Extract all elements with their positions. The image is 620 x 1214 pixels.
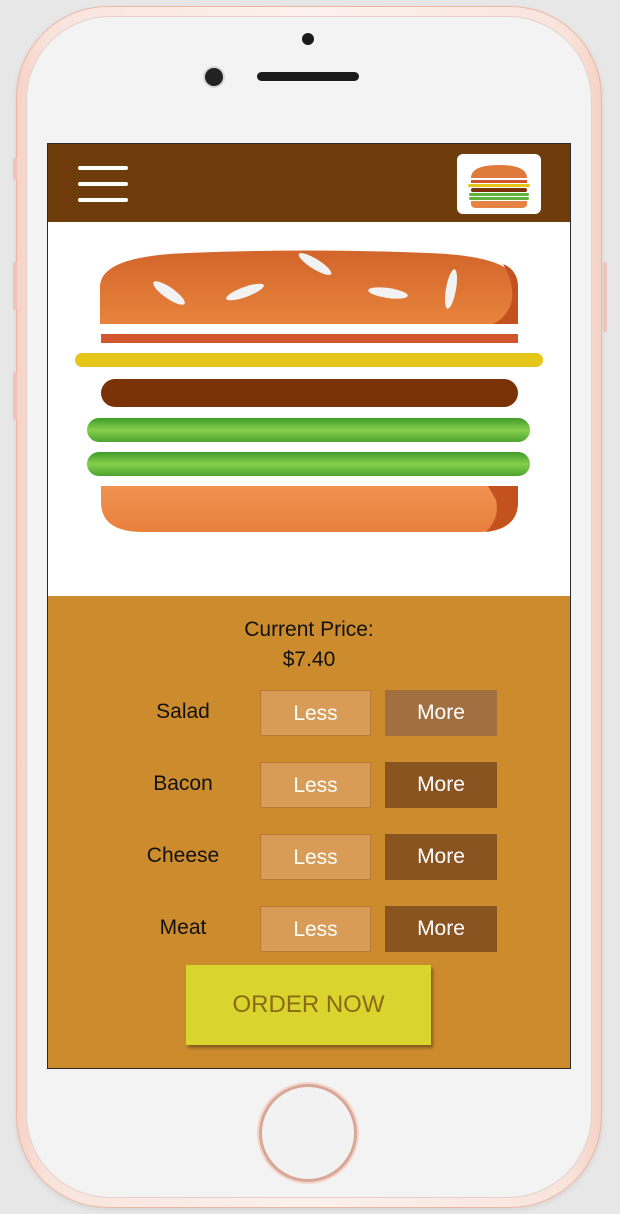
ingredient-label-meat: Meat [159,916,207,939]
volume-up-button [13,262,17,310]
hamburger-menu-icon[interactable] [78,164,128,204]
logo-badge[interactable] [457,154,541,214]
order-now-button[interactable]: ORDER NOW [186,965,431,1045]
bottom-bun [101,486,518,532]
burger-image [75,250,543,532]
order-panel: Current Price: $7.40 Salad Less More Bac… [48,596,570,1068]
app-screen: Current Price: $7.40 Salad Less More Bac… [47,143,571,1069]
camera-icon [205,68,223,86]
bacon-more-button[interactable]: More [385,762,497,808]
bacon-layer [101,334,518,343]
ingredient-label-cheese: Cheese [146,844,220,867]
cheese-more-button[interactable]: More [385,834,497,880]
earpiece-speaker [257,72,359,81]
meat-less-button[interactable]: Less [260,906,371,952]
ingredient-label-salad: Salad [156,700,210,723]
top-bar [48,144,570,222]
ingredient-label-bacon: Bacon [153,772,213,795]
salad-more-button[interactable]: More [385,690,497,736]
meat-layer [101,379,518,407]
front-sensor [302,33,314,45]
current-price-label: Current Price: [244,618,374,641]
volume-down-button [13,372,17,420]
cheese-layer [75,353,543,367]
burger-illustration [48,222,570,596]
current-price-value: $7.40 [282,648,336,671]
power-button [603,262,607,332]
salad-less-button[interactable]: Less [260,690,371,736]
home-button[interactable] [262,1087,354,1179]
salad-layer-2 [87,452,530,476]
burger-logo-icon [468,165,530,208]
cheese-less-button[interactable]: Less [260,834,371,880]
salad-layer-1 [87,418,530,442]
meat-more-button[interactable]: More [385,906,497,952]
silent-switch [13,158,17,180]
bacon-less-button[interactable]: Less [260,762,371,808]
